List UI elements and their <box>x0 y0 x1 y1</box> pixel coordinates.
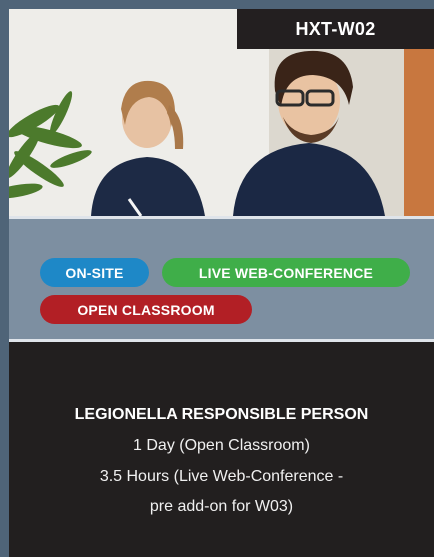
course-duration: 3.5 Hours (Live Web-Conference - <box>99 468 344 485</box>
course-card[interactable]: HXT-W02 ON-SITE LIVE WEB-CONFERENCE OPEN… <box>9 9 434 557</box>
tag-on-site[interactable]: ON-SITE <box>40 258 149 287</box>
course-photo: HXT-W02 <box>9 9 434 216</box>
course-title[interactable]: LEGIONELLA RESPONSIBLE PERSON <box>9 404 434 426</box>
course-code-badge: HXT-W02 <box>237 9 434 49</box>
tag-open-classroom[interactable]: OPEN CLASSROOM <box>40 295 252 324</box>
course-duration: pre add-on for W03) <box>149 498 294 515</box>
course-duration: 1 Day (Open Classroom) <box>133 437 310 454</box>
tag-live-web-conference[interactable]: LIVE WEB-CONFERENCE <box>162 258 410 287</box>
course-info: LEGIONELLA RESPONSIBLE PERSON 1 Day (Ope… <box>9 342 434 557</box>
delivery-tags-panel: ON-SITE LIVE WEB-CONFERENCE OPEN CLASSRO… <box>9 219 434 339</box>
